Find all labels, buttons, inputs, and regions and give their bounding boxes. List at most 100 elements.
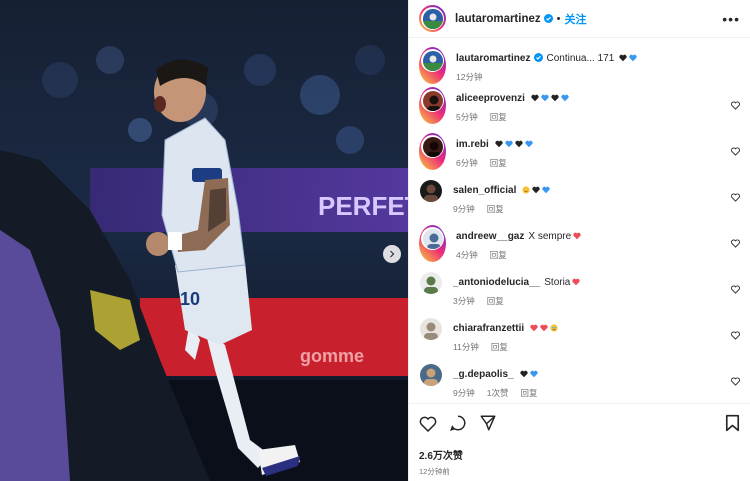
- blue-heart-icon: [542, 186, 550, 194]
- crying-emoji-icon: [550, 324, 558, 332]
- comment-time: 4分钟: [456, 250, 478, 260]
- posted-time: 12分钟前: [419, 467, 450, 476]
- comment-item: im.rebi 6分钟 回复: [419, 133, 740, 170]
- share-icon[interactable]: [479, 414, 497, 432]
- avatar[interactable]: [420, 318, 442, 340]
- comment-text: Storia: [544, 277, 571, 288]
- bookmark-icon[interactable]: [725, 414, 740, 432]
- svg-text:10: 10: [180, 289, 200, 309]
- comment-time: 11分钟: [453, 342, 479, 352]
- reply-button[interactable]: 回复: [520, 387, 537, 400]
- more-options-icon[interactable]: •••: [722, 12, 740, 26]
- caption-text: Continua... 171: [546, 53, 615, 64]
- black-heart-icon: [551, 94, 559, 102]
- black-heart-icon: [531, 94, 539, 102]
- comment-text: X sempre: [528, 231, 572, 242]
- comment-like-heart-icon[interactable]: [731, 281, 740, 294]
- comment-item: _g.depaolis_ 9分钟 1次赞 回复: [419, 363, 740, 400]
- caption-username[interactable]: lautaromartinez: [456, 53, 530, 64]
- post-header: lautaromartinez • 关注 •••: [409, 0, 750, 38]
- post-photo: PERFETTI gomme 10: [0, 0, 408, 481]
- comment-username[interactable]: salen_official: [453, 185, 516, 196]
- avatar[interactable]: [422, 50, 443, 71]
- comment-like-heart-icon[interactable]: [731, 97, 740, 110]
- comment-item: salen_official 9分钟 回复: [419, 179, 740, 216]
- next-photo-button[interactable]: [383, 245, 401, 263]
- post-side-panel: lautaromartinez • 关注 ••• lautaromartinez…: [408, 0, 750, 481]
- smile-emoji-icon: [522, 186, 530, 194]
- comments-list[interactable]: lautaromartinez Continua... 171 12分钟 alic…: [409, 38, 750, 400]
- red-heart-icon: [572, 278, 580, 286]
- comment-username[interactable]: _g.depaolis_: [453, 369, 514, 380]
- comment-item: _antoniodelucia__ Storia 3分钟 回复: [419, 271, 740, 308]
- comment-like-heart-icon[interactable]: [731, 373, 740, 386]
- comment-username[interactable]: andreew__gaz: [456, 231, 524, 242]
- black-heart-icon: [619, 54, 627, 62]
- avatar-wrap: [419, 271, 443, 308]
- avatar-wrap: [419, 363, 443, 400]
- avatar-wrap: [419, 179, 443, 216]
- comment-likes[interactable]: 1次赞: [487, 387, 509, 400]
- comment-username[interactable]: _antoniodelucia__: [453, 277, 540, 288]
- comment-like-heart-icon[interactable]: [731, 189, 740, 202]
- chevron-right-icon: [388, 250, 396, 258]
- red-heart-icon: [573, 232, 581, 240]
- avatar[interactable]: [420, 272, 442, 294]
- comment-time: 3分钟: [453, 296, 475, 306]
- blue-heart-icon: [525, 140, 533, 148]
- likes-count[interactable]: 2.6万次赞: [419, 447, 740, 462]
- reply-button[interactable]: 回复: [490, 157, 507, 170]
- caption: lautaromartinez Continua... 171 12分钟: [419, 47, 740, 84]
- black-heart-icon: [515, 140, 523, 148]
- caption-time: 12分钟: [456, 72, 483, 82]
- post-media[interactable]: PERFETTI gomme 10: [0, 0, 408, 481]
- blue-heart-icon: [541, 94, 549, 102]
- comment-like-heart-icon[interactable]: [731, 327, 740, 340]
- reply-button[interactable]: 回复: [487, 203, 504, 216]
- comment-username[interactable]: chiarafranzettii: [453, 323, 524, 334]
- reply-button[interactable]: 回复: [490, 111, 507, 124]
- red-heart-icon: [530, 324, 538, 332]
- blue-heart-icon: [629, 54, 637, 62]
- black-heart-icon: [519, 370, 528, 378]
- avatar-wrap: [419, 317, 443, 354]
- avatar-story-ring[interactable]: [419, 87, 446, 124]
- blue-heart-icon: [561, 94, 569, 102]
- avatar[interactable]: [422, 90, 443, 111]
- avatar[interactable]: [422, 228, 443, 249]
- comment-item: andreew__gaz X sempre 4分钟 回复: [419, 225, 740, 262]
- actions-bar: 2.6万次赞 12分钟前: [409, 403, 750, 477]
- caption-avatar-ring[interactable]: [419, 47, 446, 84]
- comment-time: 6分钟: [456, 158, 478, 168]
- reply-button[interactable]: 回复: [487, 295, 504, 308]
- avatar-story-ring[interactable]: [419, 133, 446, 170]
- black-heart-icon: [495, 140, 503, 148]
- blue-heart-icon: [505, 140, 513, 148]
- avatar-story-ring[interactable]: [419, 225, 446, 262]
- svg-text:PERFETTI: PERFETTI: [318, 191, 408, 221]
- avatar[interactable]: [422, 8, 443, 29]
- follow-button[interactable]: 关注: [565, 11, 587, 27]
- red-heart-icon: [540, 324, 548, 332]
- comment-like-heart-icon[interactable]: [731, 235, 740, 248]
- comment-username[interactable]: im.rebi: [456, 139, 489, 150]
- svg-text:gomme: gomme: [300, 346, 364, 366]
- reply-button[interactable]: 回复: [490, 249, 507, 262]
- comment-item: chiarafranzettii 11分钟 回复: [419, 317, 740, 354]
- verified-badge-icon: [534, 53, 544, 62]
- avatar[interactable]: [422, 136, 443, 157]
- comment-time: 5分钟: [456, 112, 478, 122]
- comment-time: 9分钟: [453, 204, 475, 214]
- like-heart-icon[interactable]: [419, 415, 437, 432]
- author-avatar-ring[interactable]: [419, 5, 446, 32]
- comment-icon[interactable]: [449, 414, 467, 432]
- separator-dot: •: [556, 12, 561, 25]
- avatar[interactable]: [420, 180, 442, 202]
- comment-username[interactable]: aliceeprovenzi: [456, 93, 525, 104]
- author-username[interactable]: lautaromartinez: [455, 13, 541, 25]
- comment-item: aliceeprovenzi 5分钟 回复: [419, 87, 740, 124]
- comment-like-heart-icon[interactable]: [731, 143, 740, 156]
- reply-button[interactable]: 回复: [491, 341, 508, 354]
- avatar[interactable]: [420, 364, 442, 386]
- verified-badge-icon: [543, 14, 553, 23]
